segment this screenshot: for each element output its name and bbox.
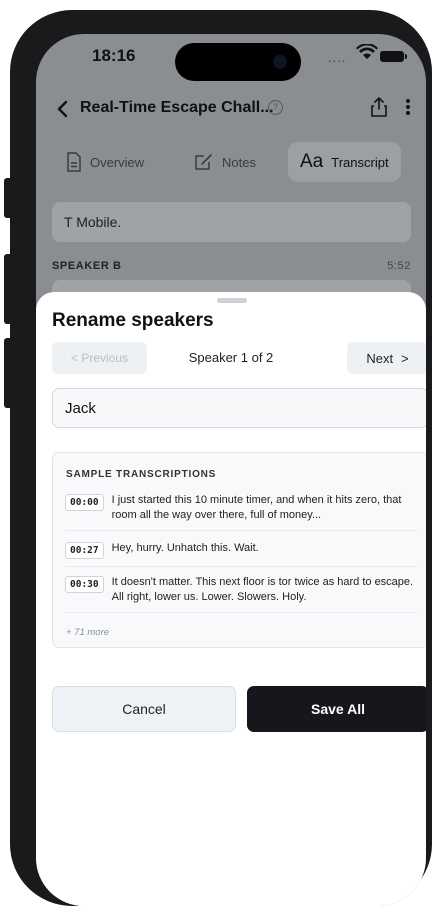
sample-text: Hey, hurry. Unhatch this. Wait. (111, 542, 259, 554)
camera-icon (273, 55, 287, 69)
tab-transcript[interactable]: Aa Transcript (288, 142, 401, 182)
volume-up-button (4, 254, 10, 324)
sample-transcriptions: SAMPLE TRANSCRIPTIONS 00:00 I just start… (52, 452, 426, 648)
speaker-name-input[interactable] (52, 388, 426, 428)
rename-speakers-sheet: Rename speakers < Previous Speaker 1 of … (36, 292, 426, 906)
save-all-button[interactable]: Save All (247, 686, 426, 732)
transcript-bubble: T Mobile. (52, 202, 411, 242)
screen: 18:16 .... Real-Time Escape Chall... ? O… (36, 34, 426, 906)
wifi-icon (356, 44, 378, 59)
nav-bar: Real-Time Escape Chall... ? (36, 89, 426, 129)
share-icon[interactable] (370, 96, 388, 118)
document-icon (67, 152, 81, 172)
status-time: 18:16 (92, 46, 136, 65)
edit-icon (195, 154, 212, 170)
speaker-timestamp: 5:52 (387, 260, 411, 272)
sample-text: I just started this 10 minute timer, and… (111, 494, 402, 521)
sample-timestamp[interactable]: 00:27 (65, 542, 104, 559)
more-vertical-icon[interactable] (405, 96, 411, 118)
cancel-button[interactable]: Cancel (52, 686, 236, 732)
sample-row: 00:27 Hey, hurry. Unhatch this. Wait. (65, 541, 417, 567)
signal-icon: .... (328, 50, 347, 65)
tab-label: Overview (90, 154, 145, 170)
next-button[interactable]: Next > (347, 342, 426, 374)
sample-row: 00:00 I just started this 10 minute time… (65, 493, 417, 531)
status-bar: 18:16 .... (36, 34, 426, 84)
sheet-grabber[interactable] (217, 298, 247, 303)
volume-down-button (4, 338, 10, 408)
next-label: Next (366, 350, 394, 366)
tab-bar: Overview Notes Aa Transcript (36, 142, 426, 186)
sample-timestamp[interactable]: 00:30 (65, 576, 104, 593)
tab-overview[interactable]: Overview (66, 142, 144, 182)
tab-label: Transcript (331, 154, 389, 170)
page-title: Real-Time Escape Chall... (80, 99, 274, 116)
speaker-label: SPEAKER B (52, 260, 122, 272)
side-button (4, 178, 10, 218)
tab-notes[interactable]: Notes (194, 142, 256, 182)
more-samples-count[interactable]: + 71 more (66, 627, 109, 638)
sample-text: It doesn't matter. This next floor is to… (111, 576, 414, 603)
aa-icon: Aa (300, 151, 324, 172)
chevron-right-icon: > (401, 350, 409, 366)
back-chevron-icon[interactable] (54, 97, 72, 121)
dynamic-island (175, 43, 301, 81)
tab-label: Notes (222, 154, 256, 170)
samples-header: SAMPLE TRANSCRIPTIONS (66, 469, 217, 480)
sample-row: 00:30 It doesn't matter. This next floor… (65, 575, 417, 613)
sheet-title: Rename speakers (52, 310, 214, 331)
info-icon[interactable]: ? (268, 100, 283, 115)
sample-timestamp[interactable]: 00:00 (65, 494, 104, 511)
speaker-header: SPEAKER B 5:52 (52, 260, 411, 272)
battery-icon (380, 51, 407, 62)
